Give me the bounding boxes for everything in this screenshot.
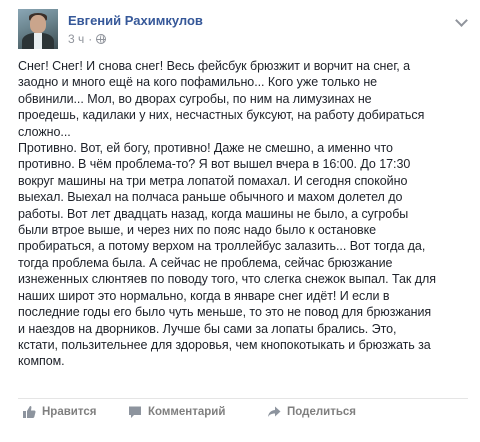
post-time[interactable]: 3 ч xyxy=(68,32,84,46)
post-card: Евгений Рахимкулов 3 ч · Снег! Снег! И с… xyxy=(0,0,480,442)
avatar-shirt xyxy=(34,33,42,49)
globe-icon[interactable] xyxy=(96,34,107,44)
post-header: Евгений Рахимкулов 3 ч · xyxy=(18,9,468,49)
post-meta: 3 ч · xyxy=(68,32,107,46)
meta-separator: · xyxy=(88,32,93,46)
avatar-face xyxy=(30,15,46,33)
post-text: Снег! Снег! И снова снег! Весь фейсбук б… xyxy=(18,59,436,369)
share-label: Поделиться xyxy=(287,406,357,418)
like-button[interactable]: Нравится xyxy=(22,405,96,419)
comment-button[interactable]: Комментарий xyxy=(128,405,225,419)
like-label: Нравится xyxy=(42,406,97,418)
chevron-down-icon[interactable] xyxy=(454,15,468,29)
author-name[interactable]: Евгений Рахимкулов xyxy=(68,13,203,28)
share-arrow-icon xyxy=(267,405,281,419)
post-actions: Нравится Комментарий Поделиться xyxy=(18,405,468,425)
avatar[interactable] xyxy=(18,9,58,49)
thumbs-up-icon xyxy=(22,405,36,419)
comment-label: Комментарий xyxy=(148,406,226,418)
comment-icon xyxy=(128,405,142,419)
divider xyxy=(18,398,468,399)
share-button[interactable]: Поделиться xyxy=(267,405,356,419)
